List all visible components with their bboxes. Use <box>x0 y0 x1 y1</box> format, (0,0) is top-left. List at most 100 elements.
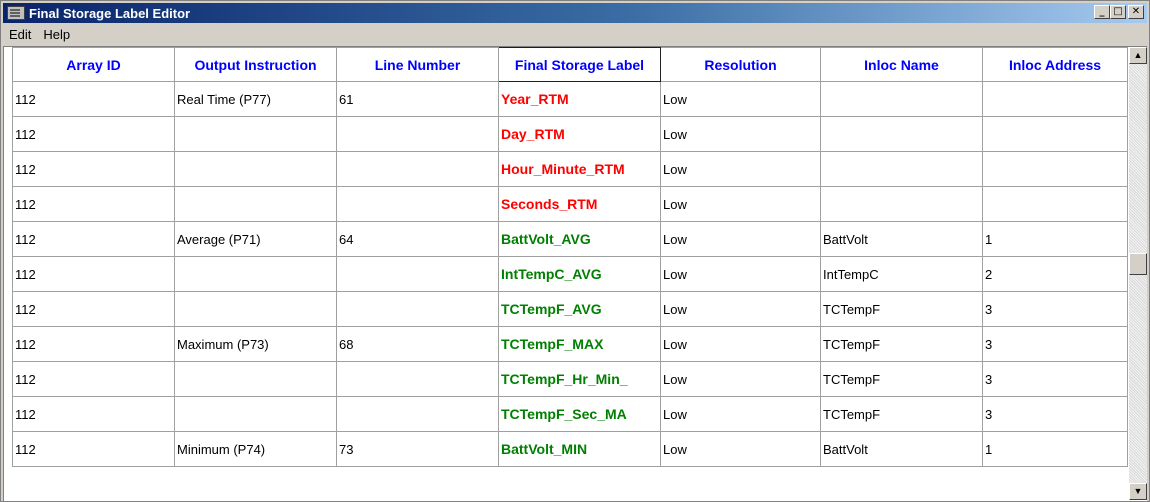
table-row[interactable]: 112 Hour_Minute_RTM Low <box>12 151 1128 187</box>
cell-inloc-name[interactable]: IntTempC <box>820 256 983 292</box>
cell-output-instruction[interactable] <box>174 151 337 187</box>
scroll-up-icon[interactable]: ▲ <box>1129 47 1147 64</box>
table-row[interactable]: 112 Average (P71) 64 BattVolt_AVG Low BattVol… <box>12 221 1128 257</box>
cell-final-storage-label[interactable]: TCTempF_Sec_MA <box>498 396 661 432</box>
header-inloc-address[interactable]: Inloc Address <box>982 47 1128 82</box>
table-row[interactable]: 112 Seconds_RTM Low <box>12 186 1128 222</box>
cell-output-instruction[interactable] <box>174 396 337 432</box>
header-line-number[interactable]: Line Number <box>336 47 499 82</box>
cell-final-storage-label[interactable]: TCTempF_AVG <box>498 291 661 327</box>
cell-inloc-address[interactable] <box>982 186 1128 222</box>
cell-final-storage-label[interactable]: IntTempC_AVG <box>498 256 661 292</box>
cell-line-number[interactable] <box>336 396 499 432</box>
cell-final-storage-label[interactable]: TCTempF_Hr_Min_ <box>498 361 661 397</box>
cell-output-instruction[interactable] <box>174 291 337 327</box>
cell-resolution[interactable]: Low <box>660 396 821 432</box>
cell-inloc-name[interactable]: TCTempF <box>820 396 983 432</box>
cell-array-id[interactable]: 112 <box>12 81 175 117</box>
cell-output-instruction[interactable]: Minimum (P74) <box>174 431 337 467</box>
cell-array-id[interactable]: 112 <box>12 326 175 362</box>
menu-help[interactable]: Help <box>37 27 76 42</box>
cell-inloc-name[interactable] <box>820 186 983 222</box>
cell-inloc-name[interactable]: TCTempF <box>820 291 983 327</box>
cell-line-number[interactable]: 68 <box>336 326 499 362</box>
cell-line-number[interactable] <box>336 291 499 327</box>
cell-output-instruction[interactable]: Real Time (P77) <box>174 81 337 117</box>
maximize-button[interactable]: □ <box>1110 5 1126 19</box>
cell-resolution[interactable]: Low <box>660 361 821 397</box>
table-row[interactable]: 112 TCTempF_AVG Low TCTempF 3 <box>12 291 1128 327</box>
cell-array-id[interactable]: 112 <box>12 361 175 397</box>
cell-inloc-name[interactable] <box>820 81 983 117</box>
cell-final-storage-label[interactable]: BattVolt_MIN <box>498 431 661 467</box>
cell-line-number[interactable]: 61 <box>336 81 499 117</box>
cell-line-number[interactable] <box>336 361 499 397</box>
cell-resolution[interactable]: Low <box>660 221 821 257</box>
close-button[interactable]: ✕ <box>1128 5 1144 19</box>
header-output-instruction[interactable]: Output Instruction <box>174 47 337 82</box>
cell-output-instruction[interactable]: Maximum (P73) <box>174 326 337 362</box>
cell-inloc-address[interactable] <box>982 81 1128 117</box>
header-final-storage-label[interactable]: Final Storage Label <box>498 47 661 82</box>
table-row[interactable]: 112 Maximum (P73) 68 TCTempF_MAX Low TCTempF 3 <box>12 326 1128 362</box>
cell-resolution[interactable]: Low <box>660 186 821 222</box>
cell-resolution[interactable]: Low <box>660 116 821 152</box>
cell-inloc-address[interactable]: 3 <box>982 396 1128 432</box>
header-inloc-name[interactable]: Inloc Name <box>820 47 983 82</box>
cell-resolution[interactable]: Low <box>660 431 821 467</box>
cell-inloc-address[interactable]: 3 <box>982 291 1128 327</box>
cell-final-storage-label[interactable]: Year_RTM <box>498 81 661 117</box>
cell-output-instruction[interactable] <box>174 116 337 152</box>
cell-output-instruction[interactable]: Average (P71) <box>174 221 337 257</box>
cell-final-storage-label[interactable]: Seconds_RTM <box>498 186 661 222</box>
table-row[interactable]: 112 Day_RTM Low <box>12 116 1128 152</box>
cell-array-id[interactable]: 112 <box>12 431 175 467</box>
cell-line-number[interactable]: 73 <box>336 431 499 467</box>
cell-resolution[interactable]: Low <box>660 256 821 292</box>
cell-array-id[interactable]: 112 <box>12 151 175 187</box>
cell-final-storage-label[interactable]: Day_RTM <box>498 116 661 152</box>
cell-inloc-address[interactable]: 3 <box>982 361 1128 397</box>
scroll-down-icon[interactable]: ▼ <box>1129 483 1147 500</box>
cell-inloc-name[interactable]: TCTempF <box>820 326 983 362</box>
menu-edit[interactable]: Edit <box>3 27 37 42</box>
table-row[interactable]: 112 IntTempC_AVG Low IntTempC 2 <box>12 256 1128 292</box>
cell-output-instruction[interactable] <box>174 186 337 222</box>
cell-array-id[interactable]: 112 <box>12 186 175 222</box>
cell-inloc-address[interactable]: 3 <box>982 326 1128 362</box>
table-row[interactable]: 112 Minimum (P74) 73 BattVolt_MIN Low BattVol… <box>12 431 1128 467</box>
cell-line-number[interactable] <box>336 116 499 152</box>
table-row[interactable]: 112 Real Time (P77) 61 Year_RTM Low <box>12 81 1128 117</box>
cell-inloc-address[interactable]: 2 <box>982 256 1128 292</box>
header-array-id[interactable]: Array ID <box>12 47 175 82</box>
cell-inloc-name[interactable]: TCTempF <box>820 361 983 397</box>
cell-array-id[interactable]: 112 <box>12 221 175 257</box>
cell-line-number[interactable] <box>336 256 499 292</box>
cell-final-storage-label[interactable]: TCTempF_MAX <box>498 326 661 362</box>
cell-resolution[interactable]: Low <box>660 291 821 327</box>
cell-line-number[interactable] <box>336 151 499 187</box>
cell-final-storage-label[interactable]: Hour_Minute_RTM <box>498 151 661 187</box>
cell-inloc-address[interactable]: 1 <box>982 431 1128 467</box>
scroll-thumb[interactable] <box>1129 253 1147 275</box>
cell-output-instruction[interactable] <box>174 256 337 292</box>
table-row[interactable]: 112 TCTempF_Hr_Min_ Low TCTempF 3 <box>12 361 1128 397</box>
cell-resolution[interactable]: Low <box>660 151 821 187</box>
table-row[interactable]: 112 TCTempF_Sec_MA Low TCTempF 3 <box>12 396 1128 432</box>
cell-line-number[interactable] <box>336 186 499 222</box>
cell-inloc-name[interactable]: BattVolt <box>820 431 983 467</box>
cell-resolution[interactable]: Low <box>660 81 821 117</box>
cell-inloc-address[interactable]: 1 <box>982 221 1128 257</box>
cell-line-number[interactable]: 64 <box>336 221 499 257</box>
cell-resolution[interactable]: Low <box>660 326 821 362</box>
minimize-button[interactable]: _ <box>1094 5 1110 19</box>
cell-inloc-name[interactable] <box>820 116 983 152</box>
cell-inloc-address[interactable] <box>982 116 1128 152</box>
header-resolution[interactable]: Resolution <box>660 47 821 82</box>
cell-array-id[interactable]: 112 <box>12 256 175 292</box>
vertical-scrollbar[interactable]: ▲ ▼ <box>1129 47 1147 500</box>
cell-inloc-address[interactable] <box>982 151 1128 187</box>
cell-output-instruction[interactable] <box>174 361 337 397</box>
cell-inloc-name[interactable]: BattVolt <box>820 221 983 257</box>
title-bar[interactable]: Final Storage Label Editor _ □ ✕ <box>3 3 1147 23</box>
